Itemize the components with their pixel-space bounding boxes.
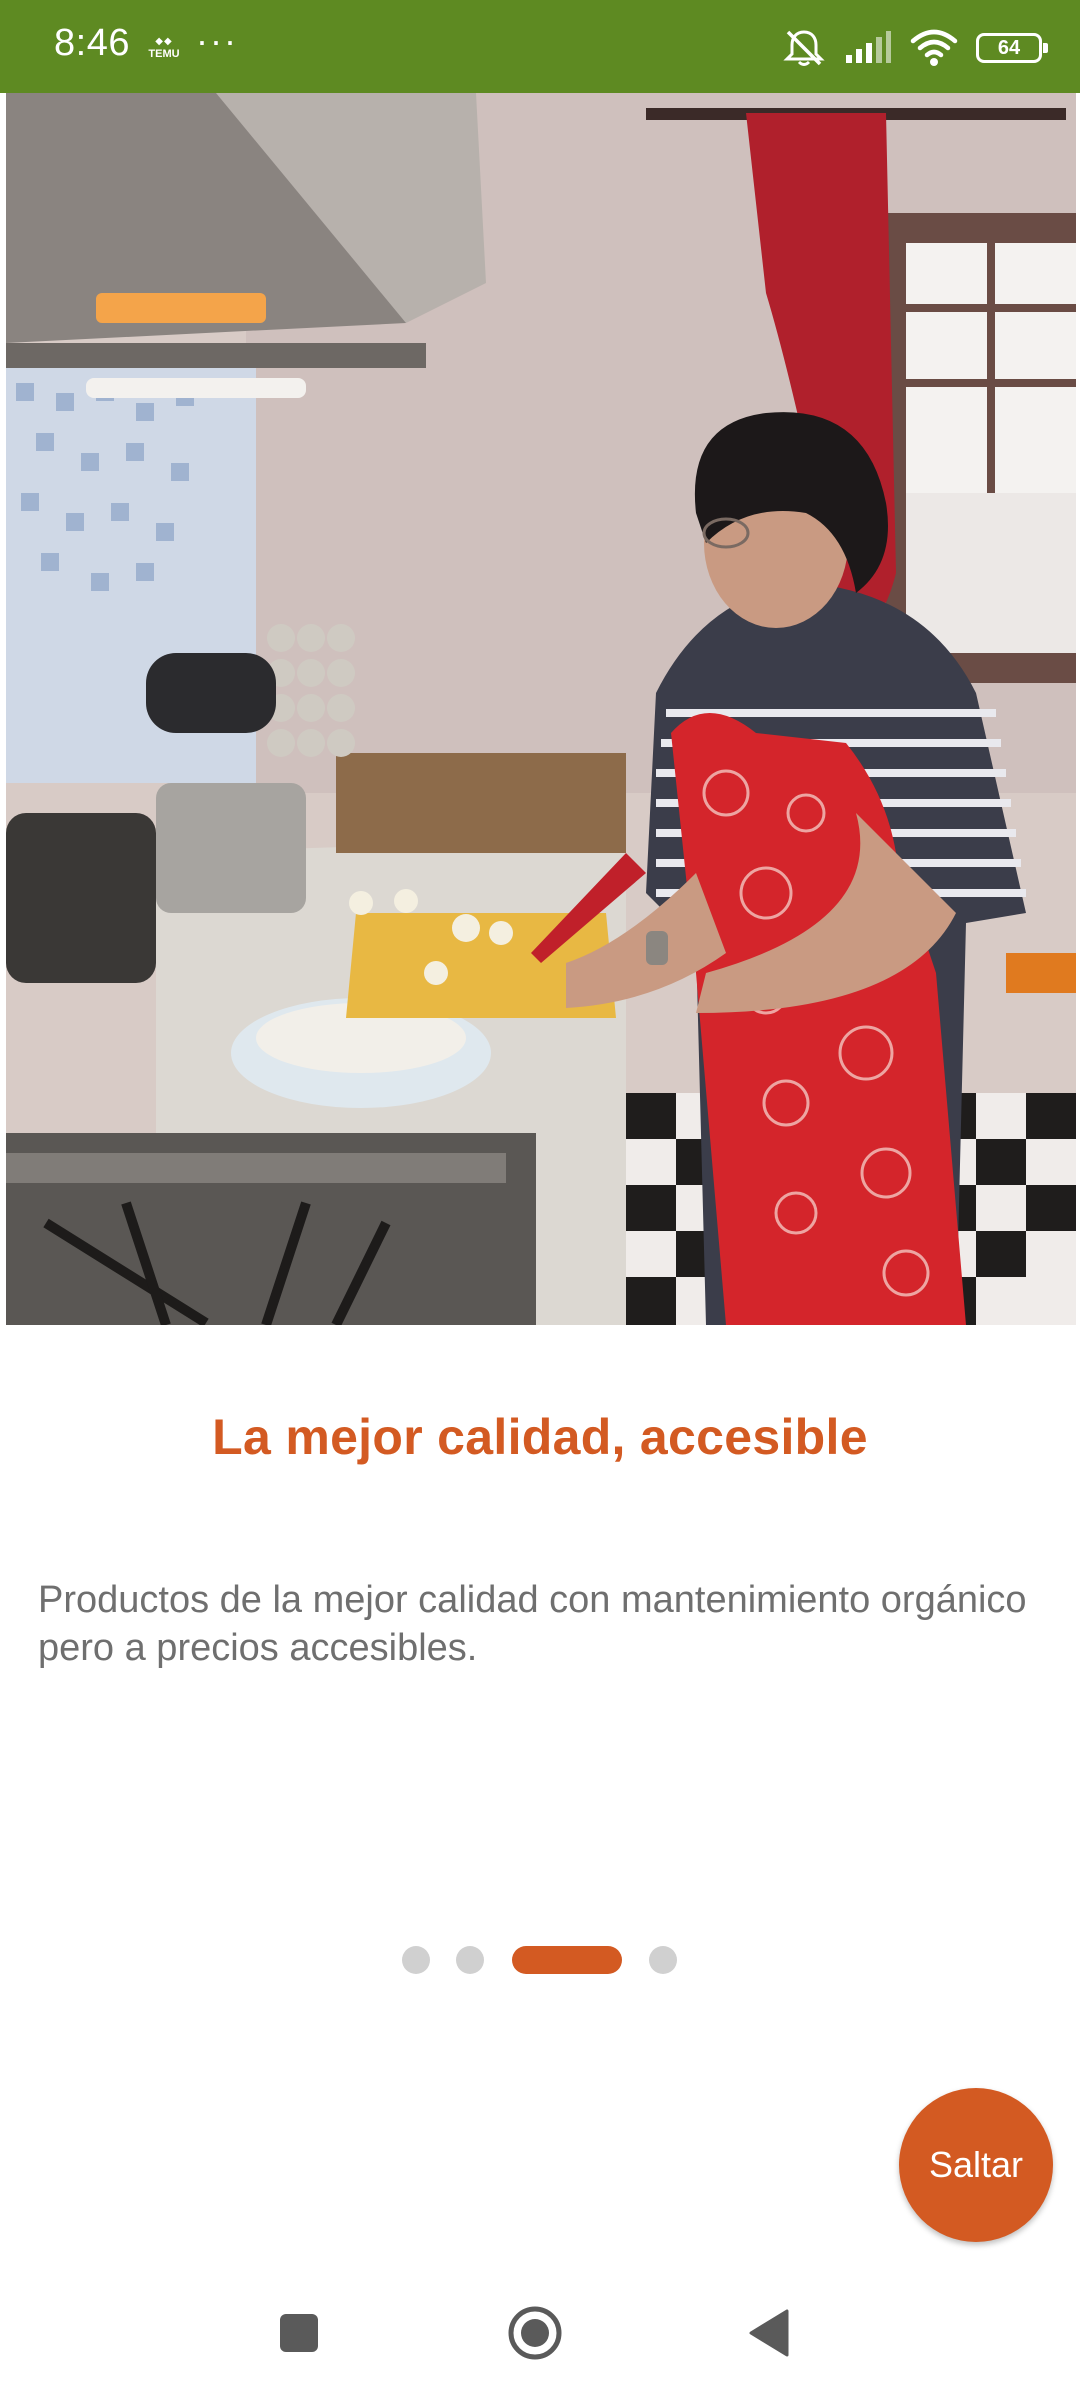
skip-button[interactable]: Saltar xyxy=(899,2088,1053,2242)
signal-icon xyxy=(844,31,892,65)
page-dot-4[interactable] xyxy=(649,1946,677,1974)
home-button[interactable] xyxy=(500,2298,570,2368)
app-icon-label: TEMU xyxy=(148,48,180,60)
page-dot-2[interactable] xyxy=(456,1946,484,1974)
kitchen-illustration xyxy=(6,93,1076,1325)
onboarding-screen: 8:46 ◆◆ TEMU ··· 64 La mejor calidad, ac… xyxy=(0,0,1080,2400)
temu-notification-icon: ◆◆ TEMU xyxy=(148,36,180,60)
more-notifications-icon: ··· xyxy=(196,20,238,61)
navigation-bar xyxy=(0,2268,1080,2400)
hero-image xyxy=(6,93,1076,1325)
wifi-icon xyxy=(910,29,958,67)
page-dot-1[interactable] xyxy=(402,1946,430,1974)
battery-level: 64 xyxy=(997,36,1021,59)
page-indicator xyxy=(0,1945,1080,1975)
status-time: 8:46 xyxy=(54,22,130,64)
slide-title: La mejor calidad, accesible xyxy=(212,1409,868,1465)
page-dot-3-active[interactable] xyxy=(512,1946,622,1974)
recent-apps-button[interactable] xyxy=(264,2298,334,2368)
slide-description: Productos de la mejor calidad con manten… xyxy=(38,1579,1027,1669)
status-icons: 64 xyxy=(782,26,1048,70)
back-button[interactable] xyxy=(735,2298,805,2368)
back-icon xyxy=(749,2309,789,2357)
status-bar: 8:46 ◆◆ TEMU ··· 64 xyxy=(0,0,1080,93)
battery-icon: 64 xyxy=(976,33,1048,63)
mute-icon xyxy=(782,28,826,68)
recent-apps-icon xyxy=(280,2314,318,2352)
home-icon xyxy=(508,2306,562,2360)
